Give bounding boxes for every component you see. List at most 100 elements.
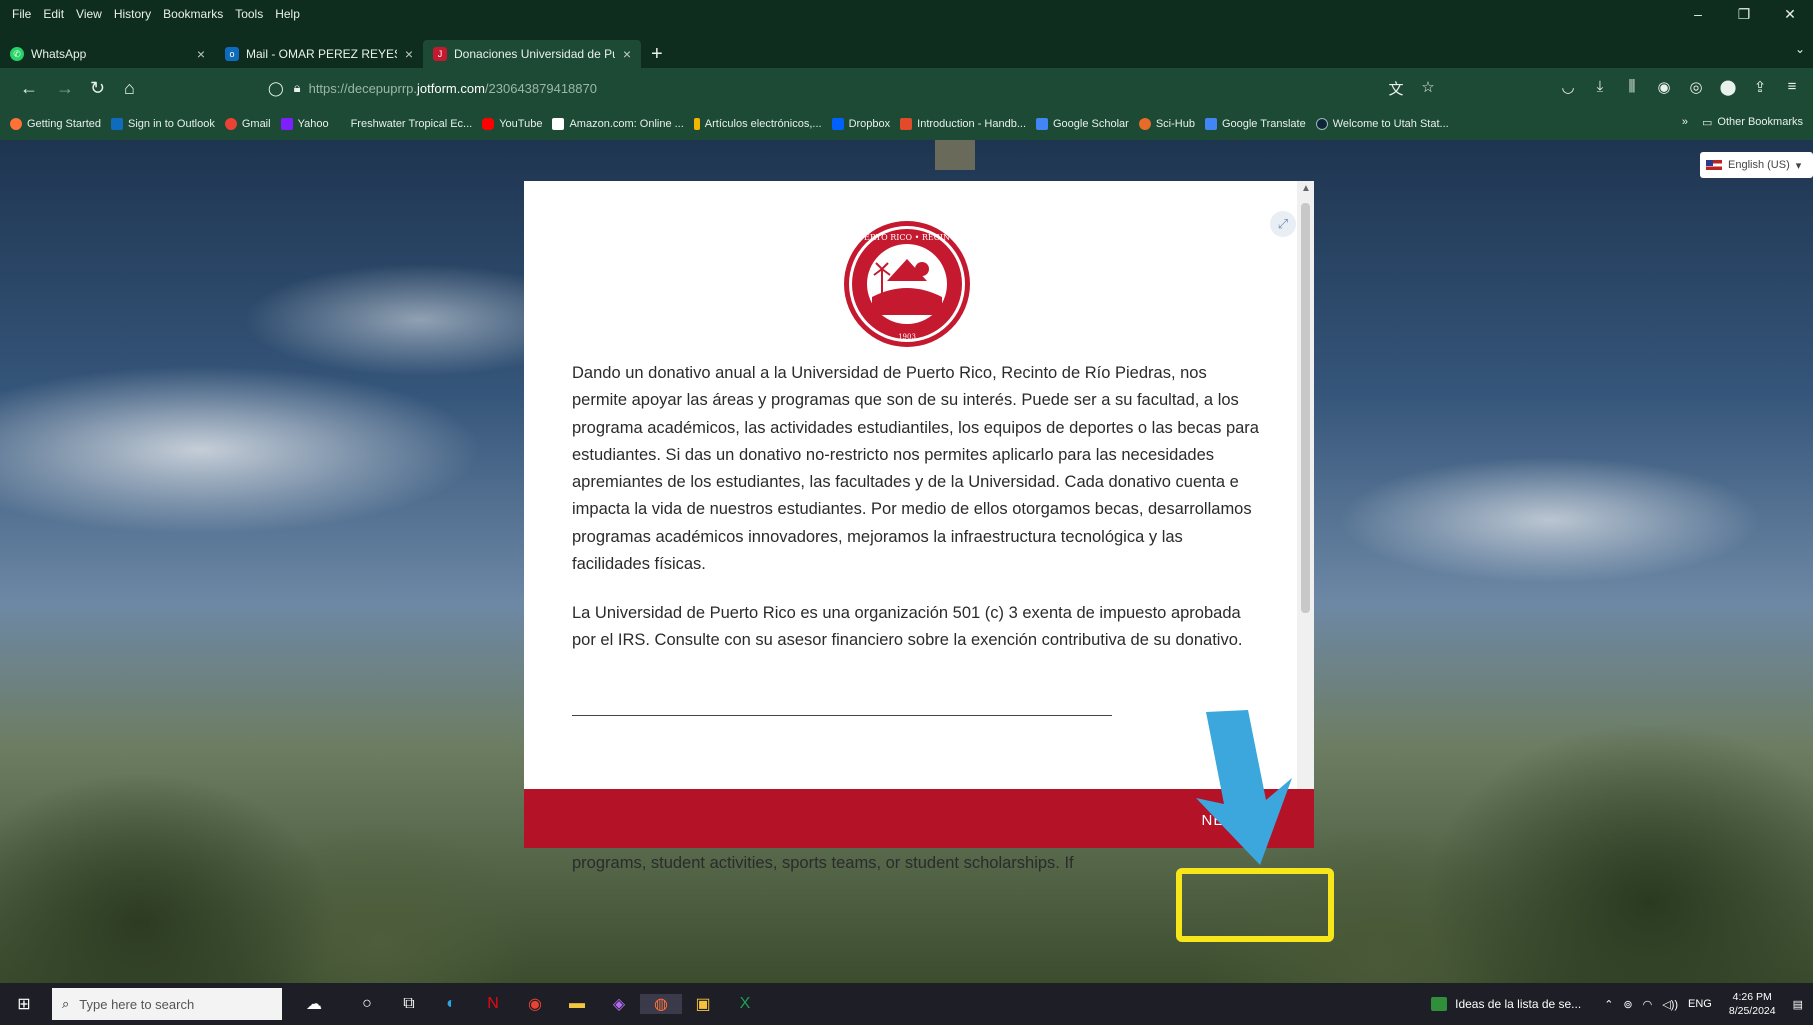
- translate-icon[interactable]: 文: [1380, 78, 1412, 99]
- language-indicator[interactable]: ENG: [1688, 998, 1712, 1010]
- app-2-icon[interactable]: ▣: [682, 994, 724, 1014]
- url-host: jotform.com: [417, 80, 485, 96]
- netflix-icon[interactable]: N: [472, 995, 514, 1013]
- menu-help[interactable]: Help: [275, 7, 300, 21]
- firefox-icon[interactable]: ◍: [640, 994, 682, 1014]
- excel-icon[interactable]: X: [724, 995, 766, 1013]
- menu-tools[interactable]: Tools: [235, 7, 263, 21]
- tower-image: [935, 140, 975, 170]
- url-bar[interactable]: ◯ 🔒︎ https://decepuprrp. jotform.com/2306…: [262, 75, 1452, 101]
- restore-button[interactable]: ❐: [1721, 0, 1767, 28]
- back-arrow-icon[interactable]: ←: [20, 78, 38, 98]
- form-scrollbar[interactable]: ▲: [1297, 181, 1314, 789]
- search-placeholder: Type here to search: [79, 996, 195, 1012]
- bookmark-google-translate[interactable]: Google Translate: [1204, 118, 1306, 130]
- whatsapp-icon: ✆: [10, 47, 24, 61]
- news-text: Ideas de la lista de se...: [1455, 997, 1582, 1011]
- tab-close-icon[interactable]: ×: [197, 46, 205, 62]
- bookmark-label: Introduction - Handb...: [917, 118, 1026, 130]
- other-bookmarks[interactable]: Other Bookmarks: [1717, 116, 1803, 129]
- menu-view[interactable]: View: [76, 7, 102, 21]
- new-tab-button[interactable]: +: [651, 40, 663, 68]
- account-icon[interactable]: ◉: [1648, 78, 1680, 96]
- reload-icon[interactable]: ↻: [90, 78, 105, 98]
- wifi-icon[interactable]: ◠: [1643, 998, 1653, 1011]
- bookmark-dropbox[interactable]: Dropbox: [831, 118, 890, 130]
- expand-icon[interactable]: ⤢: [1270, 211, 1296, 237]
- seal-text-top: PUERTO RICO • RECINTO: [852, 233, 962, 242]
- bookmark-utah-state[interactable]: Welcome to Utah Stat...: [1315, 118, 1449, 130]
- share-icon[interactable]: ⇪: [1744, 78, 1776, 96]
- forward-arrow-icon[interactable]: →: [56, 78, 74, 98]
- onedrive-icon[interactable]: ⊚: [1623, 998, 1632, 1011]
- volume-icon[interactable]: ◁)): [1662, 998, 1678, 1011]
- bookmark-gmail[interactable]: Gmail: [224, 118, 271, 130]
- minimize-button[interactable]: –: [1675, 0, 1721, 28]
- bookmark-freshwater[interactable]: Freshwater Tropical Ec...: [351, 118, 473, 130]
- extension-icon[interactable]: ◎: [1680, 78, 1712, 96]
- home-icon[interactable]: ⌂: [124, 78, 135, 98]
- language-label: English (US): [1728, 159, 1790, 171]
- bookmark-getting-started[interactable]: Getting Started: [10, 118, 101, 130]
- edge-icon[interactable]: ◐: [430, 995, 472, 1013]
- bookmark-label: Amazon.com: Online ...: [569, 118, 684, 130]
- language-selector[interactable]: English (US) ▾: [1700, 152, 1813, 178]
- app-icon[interactable]: ◈: [598, 994, 640, 1014]
- task-view-icon[interactable]: ⧉: [388, 995, 430, 1013]
- windows-start-icon[interactable]: ⊞: [0, 994, 48, 1014]
- bookmark-youtube[interactable]: YouTube: [482, 118, 542, 130]
- cortana-icon[interactable]: ○: [346, 995, 388, 1013]
- notifications-icon[interactable]: ▤: [1793, 998, 1803, 1011]
- chevron-right-icon[interactable]: »: [1682, 116, 1688, 129]
- chart-icon: [900, 118, 913, 130]
- bookmark-introduction[interactable]: Introduction - Handb...: [900, 118, 1026, 130]
- taskbar-search[interactable]: ⌕ Type here to search: [52, 988, 282, 1020]
- library-icon[interactable]: ⫼: [1616, 78, 1648, 96]
- close-window-button[interactable]: ✕: [1767, 0, 1813, 28]
- pocket-icon[interactable]: ◡: [1552, 78, 1584, 96]
- tab-close-icon[interactable]: ×: [405, 46, 413, 62]
- form-content[interactable]: PUERTO RICO • RECINTO 1903 Dando un dona…: [524, 181, 1297, 884]
- scroll-thumb[interactable]: [1301, 203, 1310, 613]
- lock-icon[interactable]: 🔒︎: [294, 80, 301, 96]
- tab-whatsapp[interactable]: ✆ WhatsApp ×: [0, 40, 215, 68]
- tab-donaciones[interactable]: J Donaciones Universidad de Pue ×: [423, 40, 641, 68]
- bookmark-label: Sci-Hub: [1155, 118, 1195, 130]
- bookmark-google-scholar[interactable]: Google Scholar: [1036, 118, 1129, 130]
- tab-list-button[interactable]: ⌄: [1795, 42, 1805, 56]
- shield-icon[interactable]: ◯: [268, 80, 284, 97]
- weather-icon[interactable]: ☁: [282, 994, 346, 1014]
- menu-icon[interactable]: ≡: [1776, 78, 1808, 96]
- bookmark-label: Artículos electrónicos,...: [704, 118, 822, 130]
- bookmark-star-icon[interactable]: ☆: [1412, 78, 1444, 99]
- scroll-up-icon[interactable]: ▲: [1301, 183, 1311, 194]
- clock[interactable]: 4:26 PM 8/25/2024: [1729, 990, 1776, 1018]
- extension-2-icon[interactable]: ⬤: [1712, 78, 1744, 96]
- menu-edit[interactable]: Edit: [43, 7, 64, 21]
- tab-close-icon[interactable]: ×: [623, 46, 631, 62]
- file-explorer-icon[interactable]: ▬: [556, 995, 598, 1013]
- bookmark-amazon[interactable]: Amazon.com: Online ...: [552, 118, 684, 130]
- system-tray: Ideas de la lista de se... ⌃ ⊚ ◠ ◁)) ENG…: [1431, 983, 1813, 1025]
- bookmark-label: Google Scholar: [1053, 118, 1129, 130]
- download-icon[interactable]: ⤓: [1584, 78, 1616, 96]
- window-controls: – ❐ ✕: [1675, 0, 1813, 28]
- scihub-icon: [1138, 118, 1151, 130]
- bookmark-yahoo[interactable]: Yahoo: [280, 118, 329, 130]
- menu-file[interactable]: File: [12, 7, 31, 21]
- jotform-icon: J: [433, 47, 447, 61]
- url-path: /230643879418870: [484, 80, 597, 96]
- menu-bookmarks[interactable]: Bookmarks: [163, 7, 223, 21]
- chevron-up-icon[interactable]: ⌃: [1604, 998, 1613, 1011]
- bookmark-label: Welcome to Utah Stat...: [1332, 118, 1449, 130]
- url-prefix: https://decepuprrp.: [308, 80, 417, 96]
- tab-mail[interactable]: o Mail - OMAR PEREZ REYES - Ou ×: [215, 40, 423, 68]
- bookmark-outlook[interactable]: Sign in to Outlook: [111, 118, 215, 130]
- chrome-icon[interactable]: ◉: [514, 994, 556, 1014]
- translate-icon: [1204, 118, 1217, 130]
- bookmark-articulos[interactable]: Artículos electrónicos,...: [693, 118, 822, 130]
- bookmark-sci-hub[interactable]: Sci-Hub: [1138, 118, 1195, 130]
- news-widget[interactable]: Ideas de la lista de se...: [1431, 997, 1581, 1011]
- us-flag-icon: [1706, 160, 1722, 170]
- menu-history[interactable]: History: [114, 7, 151, 21]
